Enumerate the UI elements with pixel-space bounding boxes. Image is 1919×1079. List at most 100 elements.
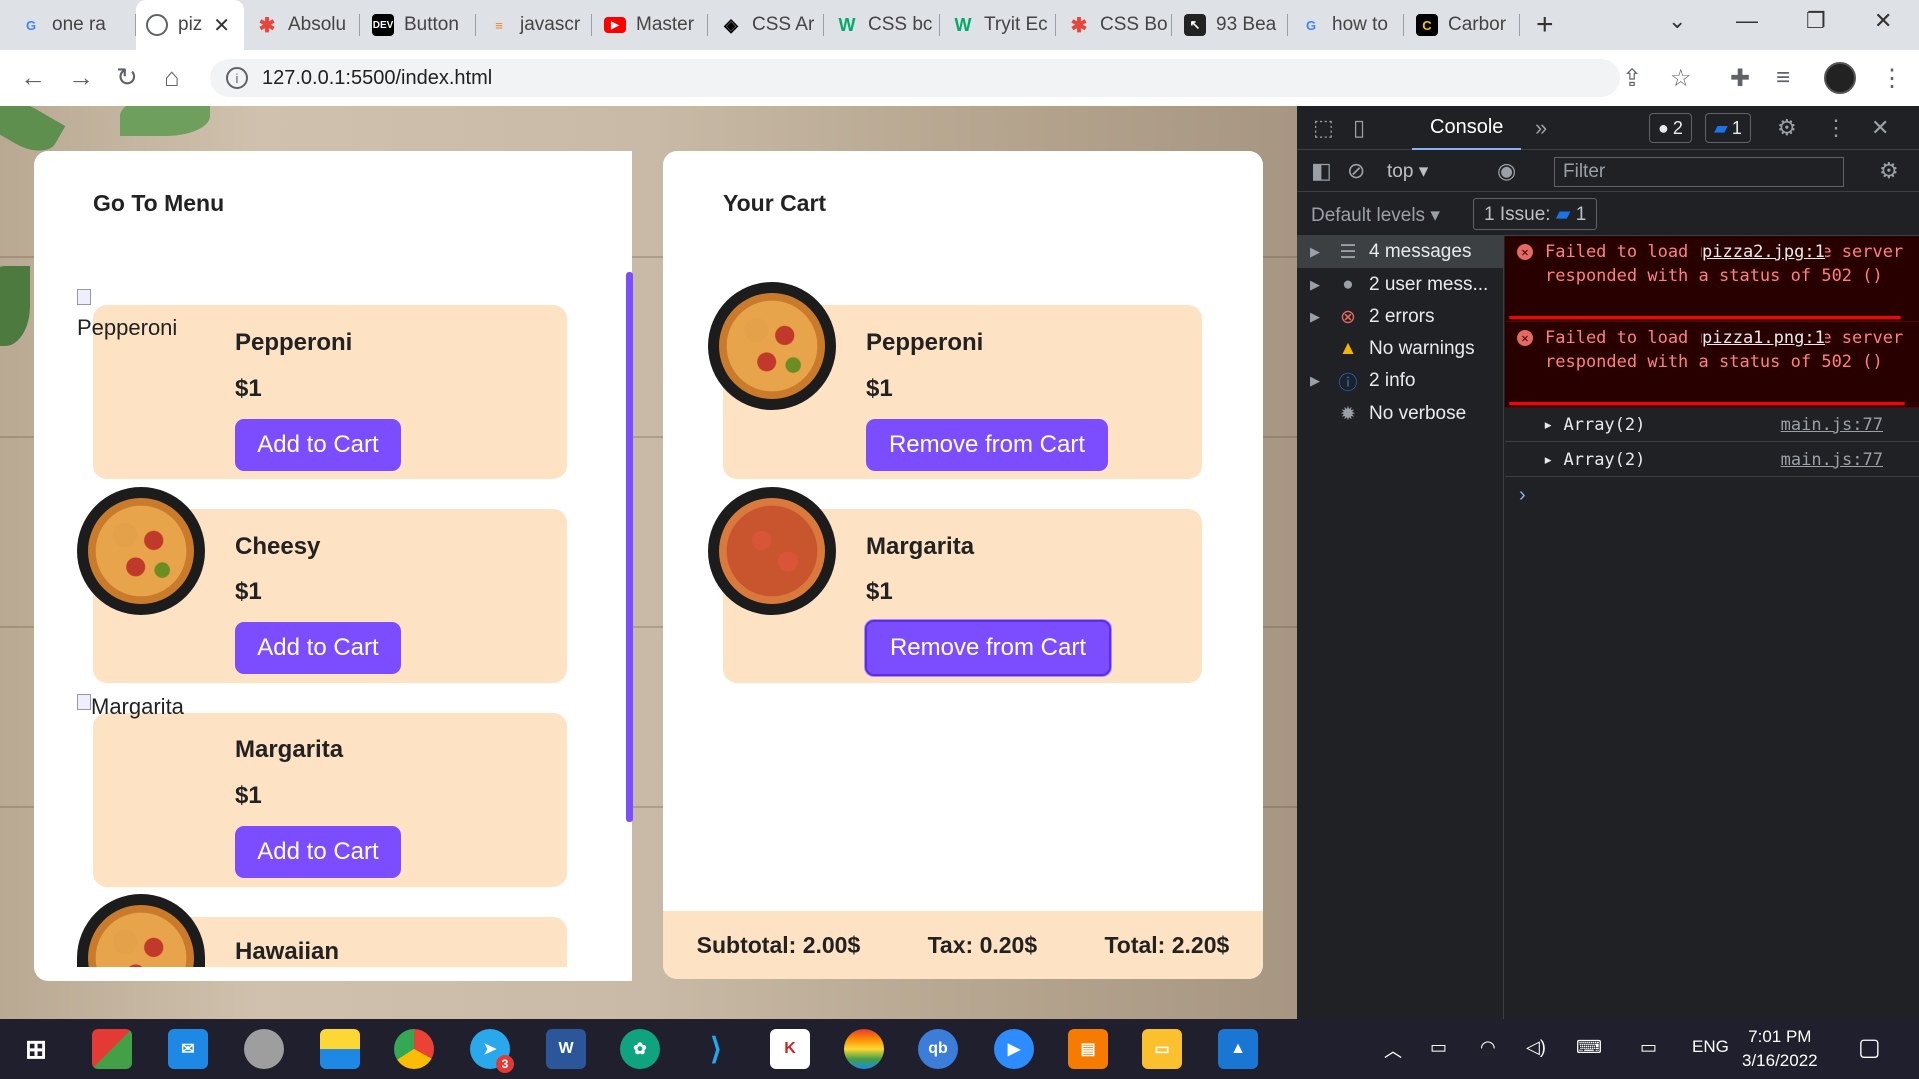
clear-console-icon[interactable]: ⊘: [1347, 158, 1365, 184]
app-icon[interactable]: [844, 1029, 884, 1069]
sidebar-warnings[interactable]: ▲ No warnings: [1297, 333, 1504, 365]
sidebar-user-messages[interactable]: ▶ ● 2 user mess...: [1297, 269, 1504, 301]
forward-icon[interactable]: →: [68, 62, 94, 93]
console-filter-input[interactable]: Filter: [1554, 157, 1844, 187]
chrome-icon[interactable]: [394, 1029, 434, 1069]
console-log-row[interactable]: ▸ Array(2) main.js:77: [1505, 408, 1919, 442]
issues-button[interactable]: 1 Issue: ▰ 1: [1473, 198, 1598, 230]
address-bar[interactable]: i 127.0.0.1:5500/index.html: [210, 59, 1620, 97]
error-source-link[interactable]: pizza1.png:1: [1702, 326, 1825, 350]
log-source-link[interactable]: main.js:77: [1781, 415, 1883, 435]
close-devtools-icon[interactable]: ✕: [1871, 115, 1889, 141]
app-icon[interactable]: K: [770, 1029, 810, 1069]
file-explorer-icon[interactable]: ▭: [1142, 1029, 1182, 1069]
extensions-icon[interactable]: ✚: [1730, 64, 1750, 93]
site-info-icon[interactable]: i: [226, 67, 248, 89]
mail-icon[interactable]: ✉: [168, 1029, 208, 1069]
browser-tab[interactable]: G how to: [1290, 0, 1404, 50]
browser-tab[interactable]: ◈ CSS Ar: [710, 0, 824, 50]
user-icon: ●: [1342, 274, 1354, 295]
console-error[interactable]: ✕ Failed to load resource: the server re…: [1505, 322, 1919, 408]
database-icon[interactable]: [244, 1029, 284, 1069]
wifi-icon[interactable]: ◠: [1480, 1037, 1496, 1058]
browser-tab[interactable]: ≡ javascr: [478, 0, 592, 50]
browser-tab[interactable]: ✱ Absolu: [246, 0, 360, 50]
windows-start-icon[interactable]: ⊞: [16, 1029, 56, 1069]
menu-scrollbar[interactable]: [626, 272, 633, 822]
photos-icon[interactable]: ▲: [1218, 1029, 1258, 1069]
telegram-icon[interactable]: ➤ 3: [470, 1029, 514, 1073]
error-count-badge[interactable]: ● 2: [1649, 113, 1692, 143]
add-to-cart-button[interactable]: Add to Cart: [235, 826, 401, 878]
menu-kebab-icon[interactable]: ⋮: [1880, 64, 1904, 93]
url-text[interactable]: 127.0.0.1:5500/index.html: [262, 67, 492, 90]
red-annotation-line: [1509, 316, 1901, 319]
live-expression-eye-icon[interactable]: ◉: [1497, 158, 1516, 184]
pdf-icon[interactable]: ▤: [1068, 1029, 1108, 1069]
inspect-element-icon[interactable]: ⬚: [1313, 115, 1334, 141]
sidebar-toggle-icon[interactable]: ◧: [1311, 158, 1332, 184]
word-icon[interactable]: W: [546, 1029, 586, 1069]
tab-label: Absolu: [288, 14, 347, 35]
settings-gear-icon[interactable]: ⚙: [1777, 115, 1797, 141]
add-to-cart-button[interactable]: Add to Cart: [235, 419, 401, 471]
profile-avatar[interactable]: [1824, 62, 1856, 94]
sidebar-verbose[interactable]: ✹ No verbose: [1297, 398, 1504, 430]
browser-tab[interactable]: ▶ Master: [594, 0, 708, 50]
issue-count-badge[interactable]: ▰ 1: [1705, 113, 1751, 143]
volume-icon[interactable]: ◁): [1526, 1037, 1546, 1058]
notifications-icon[interactable]: ▢: [1858, 1033, 1881, 1062]
share-icon[interactable]: ⇪: [1622, 64, 1642, 93]
restore-icon[interactable]: ❐: [1806, 8, 1826, 34]
error-source-link[interactable]: pizza2.jpg:1: [1702, 240, 1825, 264]
more-tabs-icon[interactable]: »: [1535, 115, 1547, 141]
tab-search-icon[interactable]: ⌄: [1668, 8, 1686, 34]
new-tab-icon[interactable]: +: [1536, 8, 1554, 42]
tab-console[interactable]: Console: [1412, 106, 1522, 150]
add-to-cart-button[interactable]: Add to Cart: [235, 622, 401, 674]
vscode-icon[interactable]: ⟩: [696, 1029, 736, 1069]
media-icon[interactable]: ≡: [1776, 64, 1790, 92]
remove-from-cart-button[interactable]: Remove from Cart: [866, 419, 1108, 471]
browser-tab[interactable]: C Carbor: [1406, 0, 1520, 50]
language-indicator[interactable]: ENG: [1692, 1037, 1729, 1057]
remove-from-cart-button[interactable]: Remove from Cart: [865, 620, 1111, 676]
sidebar-info[interactable]: ▶ ⓘ 2 info: [1297, 365, 1504, 397]
keyboard-icon[interactable]: ⌨: [1576, 1037, 1602, 1058]
display-icon[interactable]: ▭: [1640, 1037, 1657, 1058]
close-tab-icon[interactable]: ✕: [213, 13, 230, 38]
console-prompt[interactable]: ›: [1519, 484, 1526, 507]
more-options-icon[interactable]: ⋮: [1825, 115, 1847, 141]
home-icon[interactable]: ⌂: [164, 62, 180, 93]
qbittorrent-icon[interactable]: qb: [918, 1029, 958, 1069]
browser-tab[interactable]: DEV Button: [362, 0, 476, 50]
browser-tab-active[interactable]: piz ✕: [136, 0, 244, 50]
browser-tab[interactable]: W Tryit Ec: [942, 0, 1056, 50]
sidebar-errors[interactable]: ▶ ⊗ 2 errors: [1297, 301, 1504, 333]
system-clock[interactable]: 7:01 PM 3/16/2022: [1742, 1025, 1818, 1073]
battery-icon[interactable]: ▭: [1430, 1037, 1447, 1058]
tray-chevron-icon[interactable]: ︿: [1384, 1037, 1402, 1063]
log-source-link[interactable]: main.js:77: [1781, 450, 1883, 470]
sidebar-messages[interactable]: ▶ ☰ 4 messages: [1297, 236, 1504, 268]
device-toolbar-icon[interactable]: ▯: [1353, 115, 1365, 141]
console-settings-icon[interactable]: ⚙: [1879, 158, 1899, 184]
log-levels-dropdown[interactable]: Default levels ▾: [1311, 204, 1440, 227]
minimize-icon[interactable]: —: [1736, 8, 1758, 34]
app-icon[interactable]: [320, 1029, 360, 1069]
context-selector[interactable]: top ▾: [1387, 160, 1428, 183]
reload-icon[interactable]: ↻: [116, 62, 138, 93]
console-error[interactable]: ✕ Failed to load resource: the server re…: [1505, 236, 1919, 322]
app-icon[interactable]: ✿: [620, 1029, 660, 1069]
console-log-row[interactable]: ▸ Array(2) main.js:77: [1505, 443, 1919, 477]
tab-label: 93 Bea: [1216, 14, 1277, 35]
browser-tab[interactable]: ↖ 93 Bea: [1174, 0, 1288, 50]
browser-tab[interactable]: G one ra: [10, 0, 136, 50]
browser-tab[interactable]: ✱ CSS Bo: [1058, 0, 1172, 50]
close-window-icon[interactable]: ✕: [1874, 8, 1892, 34]
bookmark-star-icon[interactable]: ☆: [1670, 64, 1692, 93]
back-icon[interactable]: ←: [20, 62, 46, 93]
zoom-icon[interactable]: ▶: [994, 1029, 1034, 1069]
browser-tab[interactable]: W CSS bc: [826, 0, 940, 50]
app-icon[interactable]: [92, 1029, 132, 1069]
